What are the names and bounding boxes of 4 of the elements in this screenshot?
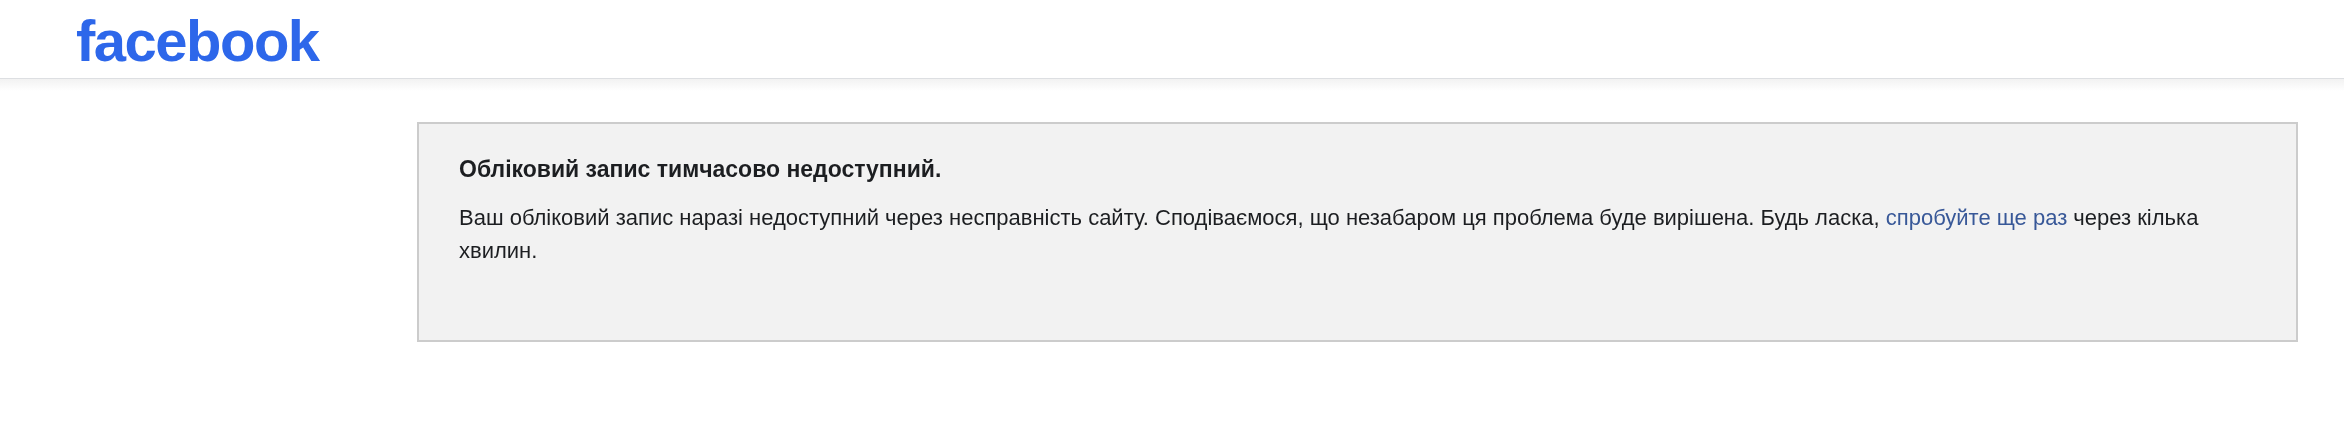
message-title: Обліковий запис тимчасово недоступний. — [459, 156, 943, 183]
retry-link[interactable]: спробуйте ще раз — [1885, 205, 2068, 230]
logo[interactable]: facebook — [76, 12, 319, 70]
message-text: Ваш обліковий запис наразі недоступний через несправність сайту. Сподіваємося, що незабаром ця проблема буде вирішена. Будь ласка, спробуйте ще раз через кілька хвилин. — [459, 204, 2200, 265]
